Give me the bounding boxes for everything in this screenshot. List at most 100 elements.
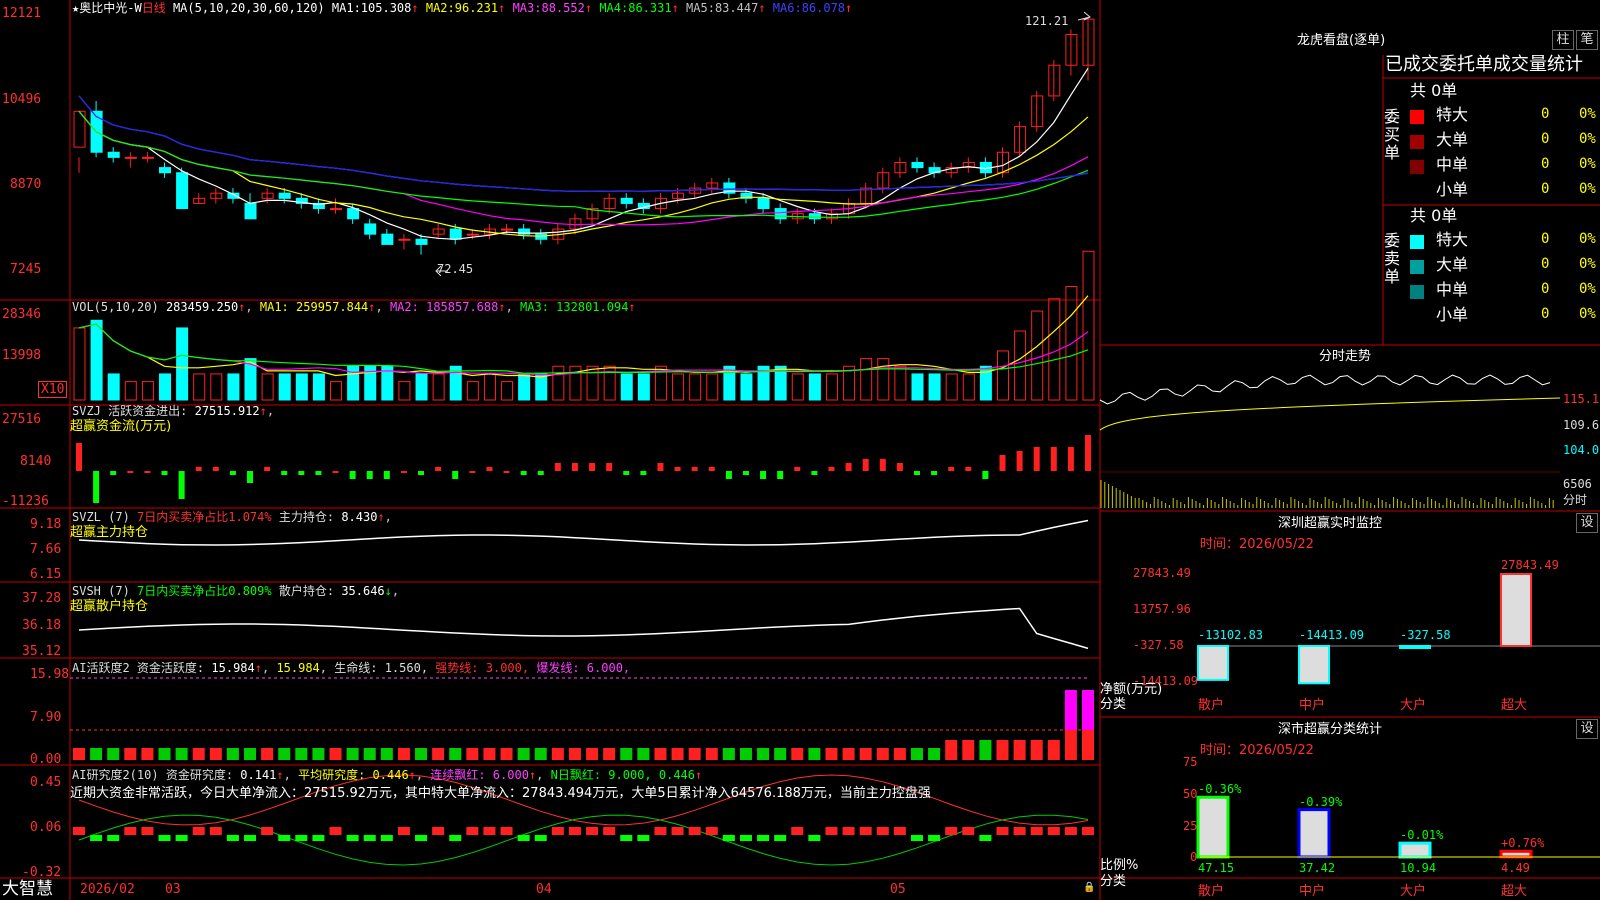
- activity-bar: [996, 740, 1009, 760]
- cls-ylabel-3: 0: [1190, 850, 1198, 864]
- monitor-bar-label-0: -13102.83: [1198, 628, 1264, 642]
- stock-name[interactable]: 奥比中光-W: [79, 1, 141, 15]
- ai1-ylabel-0: 15.98: [30, 667, 70, 682]
- vol-bar: [860, 358, 873, 401]
- flow-bar: [520, 471, 527, 475]
- ma4-label: MA4:: [599, 1, 629, 15]
- cls-ylabel-2: 25: [1183, 819, 1198, 833]
- ma3-label: MA3:: [512, 1, 542, 15]
- class-val-2: 10.94: [1400, 861, 1437, 875]
- flow-bar: [982, 471, 989, 479]
- vol-bar: [73, 327, 86, 401]
- candle-down: [176, 172, 189, 210]
- class-bar-2: [1398, 841, 1432, 859]
- activity-bar: [278, 748, 291, 760]
- flow-bar: [657, 463, 664, 471]
- activity-bar: [380, 748, 393, 760]
- svzj-header: SVZJ 活跃资金进出: 27515.912↑,: [72, 404, 275, 418]
- monitor-cat-1: 中户: [1299, 698, 1326, 713]
- lock-icon[interactable]: 🔒: [1083, 880, 1095, 895]
- ma-line-30: [78, 110, 1089, 218]
- vol-header: VOL(5,10,20) 283459.250↑, MA1: 259957.84…: [72, 300, 636, 314]
- monitor-settings-button[interactable]: 设: [1576, 513, 1598, 533]
- activity-bar: [739, 748, 752, 760]
- monitor-bar-label-2: -327.58: [1400, 628, 1451, 642]
- candle-up: [398, 238, 411, 241]
- activity-bar: [842, 748, 855, 760]
- activity-bar: [1013, 740, 1026, 760]
- vol-bar: [176, 327, 189, 401]
- flow-bar: [589, 463, 596, 471]
- svsh-ylabel-2: 35.12: [22, 644, 62, 659]
- header-bar: ★奥比中光-W日线 MA(5,10,20,30,60,120) MA1:105.…: [72, 1, 852, 16]
- sell-swatch-0: [1410, 235, 1424, 249]
- vol-unit-badge[interactable]: X10: [38, 381, 68, 398]
- intraday-title[interactable]: 分时走势: [1319, 349, 1371, 364]
- ma4-arrow: ↑: [671, 1, 679, 15]
- vol-ma2: 185857.688: [426, 300, 499, 314]
- activity-bar: [517, 748, 530, 760]
- svzj-label: 活跃资金进出:: [108, 404, 188, 418]
- svsh-sub: 超赢散户持仓: [70, 599, 149, 614]
- class-bar-1: [1297, 808, 1331, 859]
- ai2-avg: 平均研究度: 0.446: [298, 768, 409, 782]
- flow-bar: [1085, 435, 1091, 471]
- flow-bar: [845, 463, 852, 471]
- activity-bar: [979, 740, 992, 760]
- svzj-value: 27515.912: [194, 404, 260, 418]
- flow-bar: [469, 471, 476, 473]
- activity-bar: [1047, 740, 1060, 760]
- research-bar: [380, 835, 393, 841]
- kline-ylabel-1: 10496: [2, 92, 42, 107]
- sell-side-label: 委卖单: [1384, 231, 1401, 286]
- flow-bar: [503, 471, 510, 473]
- vol-ma2-label: MA2:: [389, 300, 419, 314]
- candle-up: [330, 208, 343, 211]
- monitor-cat-0: 散户: [1198, 698, 1225, 713]
- activity-bar: [705, 748, 718, 760]
- buy-row-pct: 0%: [1579, 106, 1596, 122]
- sell-row-pct: 0%: [1579, 306, 1596, 322]
- buy-swatch-1: [1410, 135, 1424, 149]
- activity-bar: [483, 748, 496, 760]
- research-bar: [312, 835, 325, 841]
- app-logo[interactable]: 大智慧: [2, 880, 53, 899]
- research-bar: [637, 835, 650, 841]
- research-bar: [483, 827, 496, 835]
- fs-ylabel-0: 115.1: [1563, 392, 1600, 406]
- research-bar: [329, 827, 342, 835]
- monitor-bar-3: [1500, 573, 1532, 647]
- research-bar: [910, 835, 923, 841]
- activity-bar: [175, 748, 188, 760]
- activity-bar: [107, 748, 120, 760]
- buy-row-name: 大单: [1436, 130, 1469, 149]
- flow-bar: [1033, 447, 1040, 471]
- buy-swatch-0: [1410, 110, 1424, 124]
- ai2-value: 0.141: [240, 768, 277, 782]
- class-chg-2: -0.01%: [1400, 828, 1444, 843]
- research-bar: [1047, 827, 1060, 835]
- flow-bar: [931, 471, 938, 475]
- activity-bar: [346, 748, 359, 760]
- activity-bar: [637, 748, 650, 760]
- sell-row-name: 大单: [1436, 255, 1469, 274]
- bar-mode-button[interactable]: 柱: [1552, 30, 1574, 50]
- ai2-header: AI研究度2(10) 资金研究度: 0.141↑, 平均研究度: 0.446↑,…: [72, 768, 703, 782]
- period-label[interactable]: 日线: [142, 1, 166, 15]
- flow-bar: [1067, 447, 1074, 471]
- main-chart-svg[interactable]: [0, 0, 1600, 900]
- research-bar: [808, 835, 821, 841]
- flow-bar: [93, 471, 100, 503]
- research-bar: [962, 827, 975, 835]
- ai2-title: AI研究度2(10): [72, 768, 159, 782]
- candle-down: [808, 213, 821, 220]
- research-bar: [791, 827, 804, 835]
- candle-down: [774, 208, 787, 220]
- vol-bar: [945, 373, 958, 401]
- ma-line-5: [78, 67, 1089, 240]
- research-bar: [1030, 827, 1043, 835]
- class-settings-button[interactable]: 设: [1576, 719, 1598, 739]
- flow-bar: [281, 471, 288, 475]
- tick-mode-button[interactable]: 笔: [1576, 30, 1598, 50]
- candle-down: [347, 208, 360, 220]
